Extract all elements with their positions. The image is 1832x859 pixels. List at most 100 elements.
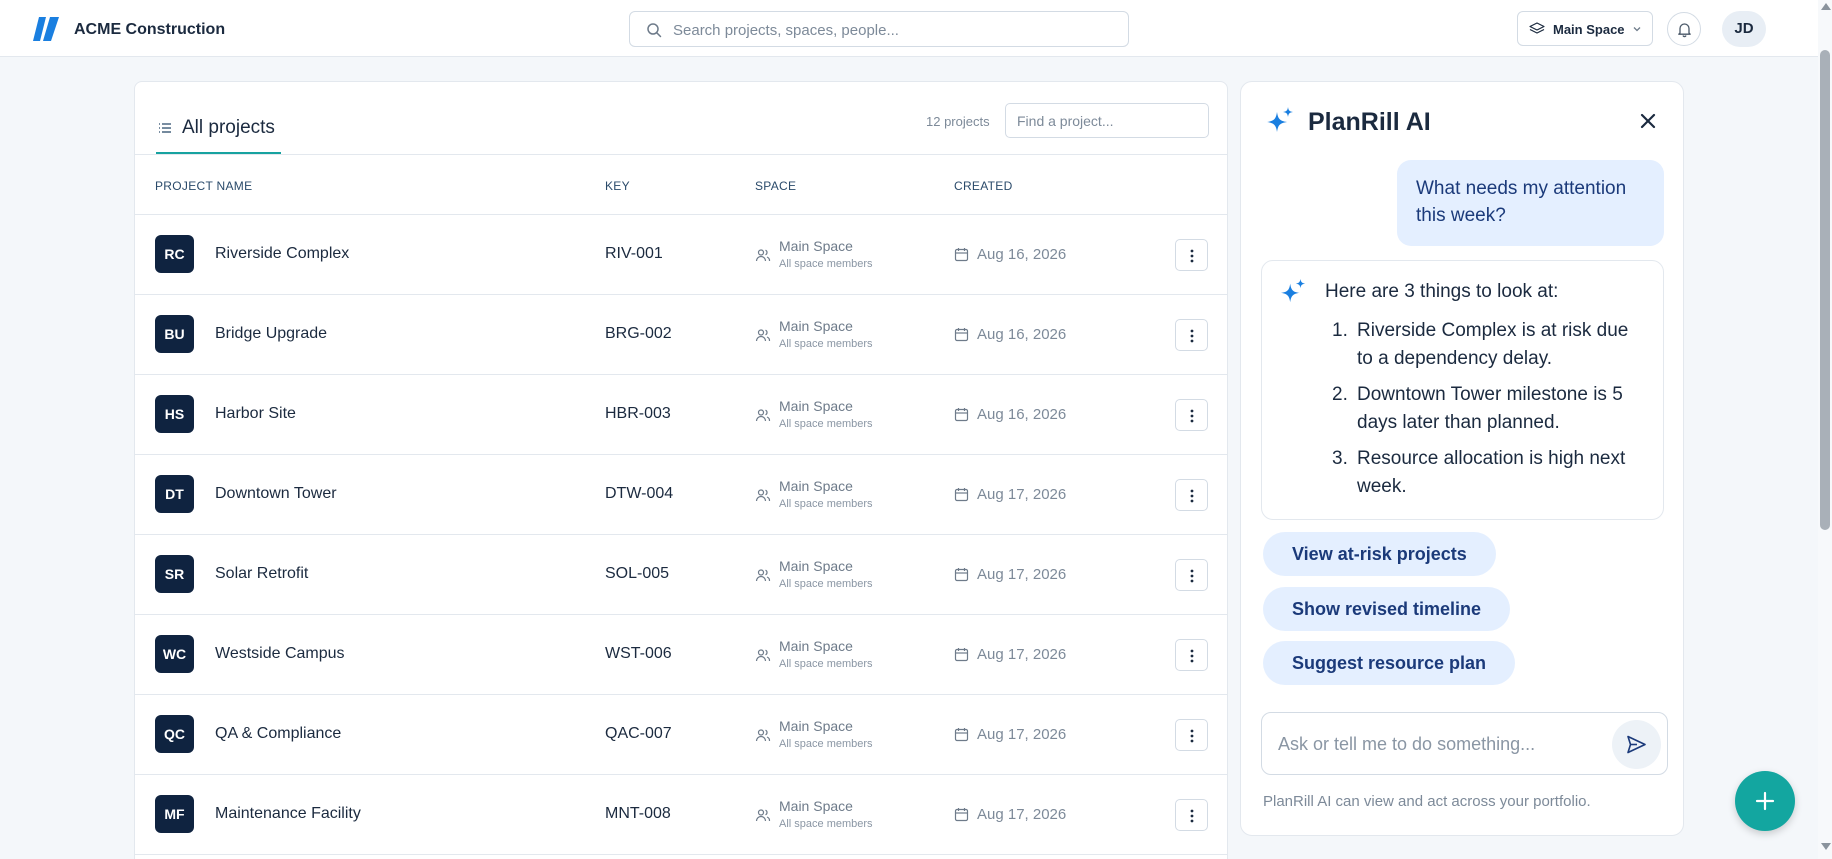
projects-card: All projects 12 projects PROJECT NAME KE… <box>134 81 1228 859</box>
ai-response-list: 1. Riverside Complex is at risk due to a … <box>1332 317 1632 509</box>
send-icon <box>1627 735 1646 754</box>
project-key: HBR-003 <box>605 405 671 422</box>
row-more-button[interactable] <box>1175 719 1208 751</box>
people-icon <box>755 729 771 742</box>
project-name[interactable]: Westside Campus <box>215 645 345 663</box>
sparkle-icon <box>1267 107 1293 132</box>
calendar-icon <box>954 808 969 822</box>
project-space-access: All space members <box>779 818 873 830</box>
calendar-icon <box>954 728 969 742</box>
project-initials-badge: WC <box>155 635 194 673</box>
table-row[interactable]: DT Downtown Tower DTW-004 Main Space All… <box>135 455 1227 535</box>
people-icon <box>755 489 771 502</box>
project-key: RIV-001 <box>605 245 663 262</box>
more-vertical-icon <box>1190 489 1194 503</box>
ai-panel-title: PlanRill AI <box>1308 108 1431 136</box>
ai-prompt-input[interactable] <box>1278 732 1598 756</box>
ai-footnote: PlanRill AI can view and act across your… <box>1263 793 1591 810</box>
people-icon <box>755 409 771 422</box>
project-space: Main Space <box>779 718 853 734</box>
people-icon <box>755 569 771 582</box>
calendar-icon <box>954 488 969 502</box>
project-space: Main Space <box>779 798 853 814</box>
project-name[interactable]: QA & Compliance <box>215 725 341 743</box>
project-name[interactable]: Bridge Upgrade <box>215 325 327 343</box>
scroll-thumb[interactable] <box>1820 50 1830 530</box>
global-search[interactable] <box>629 11 1129 47</box>
project-name[interactable]: Downtown Tower <box>215 485 337 503</box>
tab-all-projects[interactable]: All projects <box>156 102 281 154</box>
column-header-space[interactable]: SPACE <box>755 179 796 193</box>
table-row[interactable]: WC Westside Campus WST-006 Main Space Al… <box>135 615 1227 695</box>
project-key: BRG-002 <box>605 325 672 342</box>
acme-logo-icon[interactable] <box>33 16 59 42</box>
ai-response-item: 2. Downtown Tower milestone is 5 days lat… <box>1332 384 1623 433</box>
close-icon[interactable] <box>1639 112 1657 130</box>
project-initials-badge: QC <box>155 715 194 753</box>
find-project-input[interactable] <box>1005 103 1209 138</box>
calendar-icon <box>954 328 969 342</box>
ai-assistant-panel: PlanRill AI What needs my attention this… <box>1240 81 1684 836</box>
project-space-access: All space members <box>779 578 873 590</box>
project-name[interactable]: Harbor Site <box>215 405 296 423</box>
scroll-up-arrow-icon[interactable] <box>1821 3 1831 10</box>
column-header-created[interactable]: CREATED <box>954 179 1013 193</box>
project-space-access: All space members <box>779 418 873 430</box>
table-row[interactable]: MF Maintenance Facility MNT-008 Main Spa… <box>135 775 1227 855</box>
people-icon <box>755 249 771 262</box>
page-scrollbar[interactable] <box>1818 0 1832 859</box>
table-row[interactable]: HS Harbor Site HBR-003 Main Space All sp… <box>135 375 1227 455</box>
create-new-button[interactable] <box>1735 771 1795 831</box>
table-row[interactable]: BU Bridge Upgrade BRG-002 Main Space All… <box>135 295 1227 375</box>
project-name[interactable]: Riverside Complex <box>215 245 349 263</box>
row-more-button[interactable] <box>1175 479 1208 511</box>
project-space: Main Space <box>779 238 853 254</box>
scroll-down-arrow-icon[interactable] <box>1821 843 1831 850</box>
project-initials-badge: MF <box>155 795 194 833</box>
column-header-key[interactable]: KEY <box>605 179 630 193</box>
search-input[interactable] <box>673 19 1113 41</box>
suggestion-revised-timeline-button[interactable]: Show revised timeline <box>1263 587 1511 631</box>
project-key: MNT-008 <box>605 805 671 822</box>
table-row[interactable]: QC QA & Compliance QAC-007 Main Space Al… <box>135 695 1227 775</box>
people-icon <box>755 329 771 342</box>
project-created-date: Aug 17, 2026 <box>977 726 1067 743</box>
space-selector-label: Main Space <box>1553 22 1625 37</box>
project-initials-badge: BU <box>155 315 194 353</box>
more-vertical-icon <box>1190 569 1194 583</box>
send-button[interactable] <box>1612 720 1661 769</box>
project-count: 12 projects <box>926 114 990 129</box>
calendar-icon <box>954 248 969 262</box>
row-more-button[interactable] <box>1175 399 1208 431</box>
project-created-date: Aug 16, 2026 <box>977 406 1067 423</box>
row-more-button[interactable] <box>1175 799 1208 831</box>
column-header-project-name[interactable]: PROJECT NAME <box>155 179 252 193</box>
row-more-button[interactable] <box>1175 639 1208 671</box>
list-icon <box>159 123 171 133</box>
notifications-button[interactable] <box>1667 12 1701 46</box>
chevron-down-icon <box>1633 27 1641 32</box>
suggestion-resource-plan-button[interactable]: Suggest resource plan <box>1263 641 1516 685</box>
suggestion-view-at-risk-button[interactable]: View at-risk projects <box>1263 532 1496 576</box>
row-more-button[interactable] <box>1175 239 1208 271</box>
table-row[interactable]: RC Riverside Complex RIV-001 Main Space … <box>135 215 1227 295</box>
project-name[interactable]: Maintenance Facility <box>215 805 361 823</box>
project-initials-badge: DT <box>155 475 194 513</box>
brand-name[interactable]: ACME Construction <box>74 21 225 39</box>
project-key: SOL-005 <box>605 565 670 582</box>
table-row[interactable]: SR Solar Retrofit SOL-005 Main Space All… <box>135 535 1227 615</box>
project-created-date: Aug 17, 2026 <box>977 486 1067 503</box>
project-space-access: All space members <box>779 338 873 350</box>
people-icon <box>755 809 771 822</box>
more-vertical-icon <box>1190 649 1194 663</box>
user-avatar[interactable]: JD <box>1722 11 1766 47</box>
row-more-button[interactable] <box>1175 319 1208 351</box>
project-key: QAC-007 <box>605 725 672 742</box>
project-space: Main Space <box>779 558 853 574</box>
row-more-button[interactable] <box>1175 559 1208 591</box>
bell-icon <box>1678 23 1691 38</box>
space-selector[interactable]: Main Space <box>1517 11 1653 46</box>
project-space: Main Space <box>779 318 853 334</box>
project-space: Main Space <box>779 478 853 494</box>
project-name[interactable]: Solar Retrofit <box>215 565 308 583</box>
